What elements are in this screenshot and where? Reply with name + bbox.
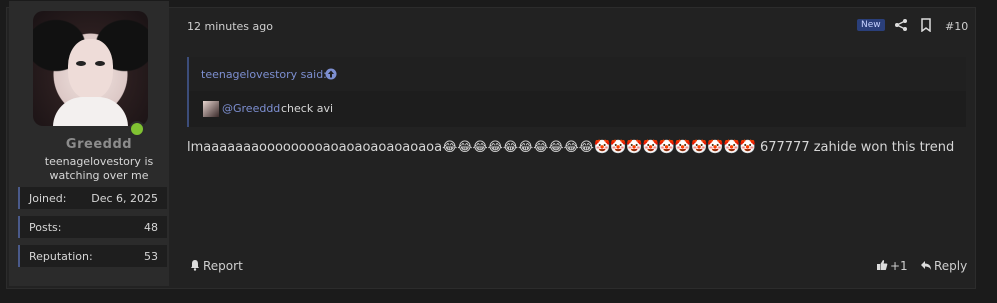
share-icon[interactable] [894,18,908,32]
post-timestamp[interactable]: 12 minutes ago [187,20,273,33]
post-text-prefix: lmaaaaaaaooooooooaoaoaoaoaoaoaoa [187,140,443,155]
report-label: Report [203,259,243,273]
stat-value: Dec 6, 2025 [91,192,158,205]
bookmark-icon[interactable] [920,18,932,32]
mention-avatar [203,101,219,117]
stat-posts: Posts: 48 [18,216,167,238]
quote-block: teenagelovestory said: @Greeddd check av… [187,57,966,127]
like-button[interactable]: +1 [876,259,908,273]
reply-icon [921,261,931,270]
new-badge: New [857,19,885,31]
quote-header: teenagelovestory said: [189,57,966,91]
stat-reputation: Reputation: 53 [18,245,167,267]
quote-author-link[interactable]: teenagelovestory said: [201,68,327,81]
stat-joined: Joined: Dec 6, 2025 [18,187,167,209]
user-title: teenagelovestory is watching over me [44,155,154,182]
post-body: lmaaaaaaaooooooooaoaoaoaoaoaoaoa😂😂😂😂😂😂😂😂… [187,138,967,158]
thumbs-up-icon [877,260,888,270]
report-button[interactable]: Report [189,259,243,273]
user-sidebar: Greeddd teenagelovestory is watching ove… [9,1,169,286]
user-avatar[interactable] [33,11,148,126]
stat-label: Reputation: [29,250,93,263]
stat-value: 48 [144,221,158,234]
arrow-up-icon[interactable] [325,68,337,80]
stat-value: 53 [144,250,158,263]
post-number-link[interactable]: #10 [945,20,968,33]
bell-icon [191,260,199,271]
stat-label: Joined: [29,192,67,205]
like-count: +1 [890,259,908,273]
emoji-run: 😂😂😂😂😂😂😂😂😂😂🤡🤡🤡🤡🤡🤡🤡🤡🤡🤡 [442,140,756,155]
mention-link[interactable]: @Greeddd [222,102,280,115]
post-text-suffix: 677777 zahide won this trend [755,140,955,155]
reply-button[interactable]: Reply [920,259,967,273]
stat-label: Posts: [29,221,62,234]
reply-label: Reply [934,259,968,273]
username-link[interactable]: Greeddd [9,137,189,152]
online-status-dot [129,121,145,137]
quote-text: check avi [281,102,334,115]
